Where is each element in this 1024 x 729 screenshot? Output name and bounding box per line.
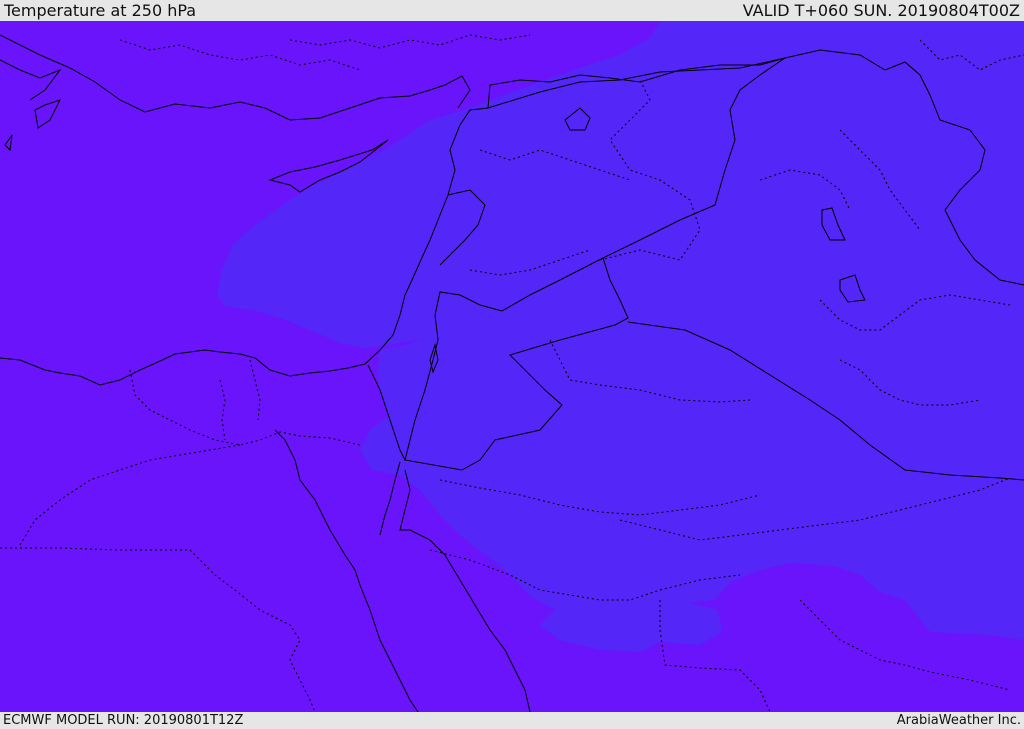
weather-map-viewer: Temperature at 250 hPa VALID T+060 SUN. … <box>0 0 1024 729</box>
temperature-map <box>0 21 1024 712</box>
credit-label: ArabiaWeather Inc. <box>896 713 1021 728</box>
footer-bar: ECMWF MODEL RUN: 20190801T12Z ArabiaWeat… <box>0 712 1024 729</box>
valid-time-label: VALID T+060 SUN. 20190804T00Z <box>742 1 1020 20</box>
model-run-label: ECMWF MODEL RUN: 20190801T12Z <box>3 713 244 728</box>
header-bar: Temperature at 250 hPa VALID T+060 SUN. … <box>0 0 1024 21</box>
map-title: Temperature at 250 hPa <box>4 1 197 20</box>
